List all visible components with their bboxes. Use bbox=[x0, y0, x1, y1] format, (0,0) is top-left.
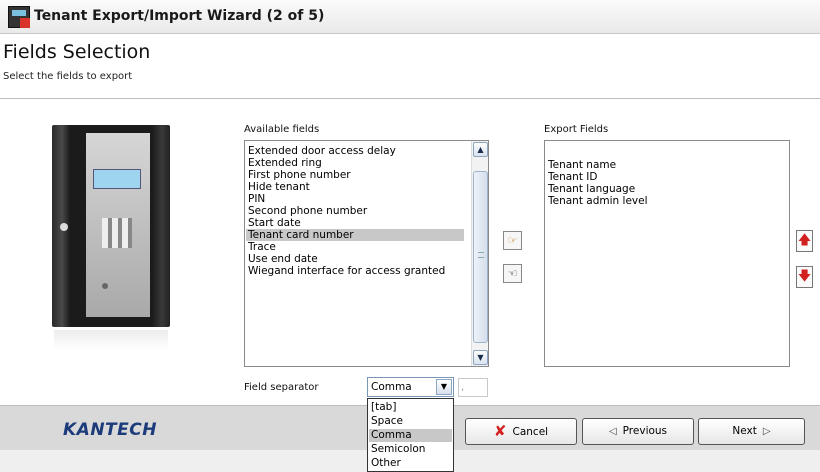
next-button[interactable]: Next ▷ bbox=[698, 418, 805, 445]
field-separator-select[interactable]: Comma ▼ bbox=[367, 377, 454, 397]
scroll-thumb[interactable] bbox=[473, 171, 488, 343]
close-icon: ✘ bbox=[493, 422, 507, 440]
list-item-selected[interactable]: Tenant card number bbox=[246, 229, 464, 241]
available-fields-label: Available fields bbox=[244, 124, 320, 135]
list-item[interactable]: Tenant admin level bbox=[548, 195, 648, 207]
cancel-button[interactable]: ✘ Cancel bbox=[465, 418, 577, 445]
list-item[interactable]: PIN bbox=[248, 193, 265, 205]
device-reflection bbox=[54, 330, 168, 350]
previous-button[interactable]: ◁ Previous bbox=[582, 418, 694, 445]
wizard-header: Fields Selection Select the fields to ex… bbox=[0, 35, 820, 93]
list-item[interactable]: First phone number bbox=[248, 169, 351, 181]
field-separator-label: Field separator bbox=[244, 382, 319, 393]
chevron-down-icon[interactable]: ▼ bbox=[436, 379, 452, 395]
list-item[interactable]: Hide tenant bbox=[248, 181, 310, 193]
list-item[interactable]: Wiegand interface for access granted bbox=[248, 265, 445, 277]
cancel-label: Cancel bbox=[512, 426, 549, 438]
list-item[interactable]: Tenant name bbox=[548, 159, 616, 171]
available-fields-list[interactable]: Extended door access delay Extended ring… bbox=[244, 140, 489, 367]
wizard-app-icon bbox=[8, 6, 30, 28]
available-list-scrollbar[interactable]: ▲ ▼ bbox=[471, 141, 488, 366]
arrow-left-icon: ◁ bbox=[608, 426, 617, 437]
custom-separator-input[interactable]: , bbox=[458, 378, 488, 397]
previous-label: Previous bbox=[622, 425, 668, 437]
arrow-down-icon[interactable]: 🡇 bbox=[796, 266, 813, 288]
brand-logo: KANTECH bbox=[63, 420, 157, 440]
list-item[interactable]: Start date bbox=[248, 217, 301, 229]
list-item[interactable]: Tenant language bbox=[548, 183, 635, 195]
list-item[interactable]: Tenant ID bbox=[548, 171, 597, 183]
title-bar: Tenant Export/Import Wizard (2 of 5) bbox=[0, 0, 820, 34]
hand-left-icon[interactable]: ☜ bbox=[503, 264, 522, 283]
list-item[interactable]: Use end date bbox=[248, 253, 318, 265]
dropdown-option[interactable]: Semicolon bbox=[369, 443, 452, 456]
list-item[interactable]: Second phone number bbox=[248, 205, 367, 217]
hand-right-icon[interactable]: ☞ bbox=[503, 231, 522, 250]
page-subtitle: Select the fields to export bbox=[3, 71, 133, 82]
export-fields-label: Export Fields bbox=[544, 124, 609, 135]
list-item[interactable]: Trace bbox=[248, 241, 276, 253]
list-item[interactable]: Extended door access delay bbox=[248, 145, 396, 157]
page-title: Fields Selection bbox=[3, 41, 151, 63]
intercom-device-image bbox=[52, 125, 170, 327]
window-title: Tenant Export/Import Wizard (2 of 5) bbox=[34, 8, 325, 24]
arrow-up-icon[interactable]: 🡅 bbox=[796, 230, 813, 252]
dropdown-option[interactable]: Other bbox=[369, 457, 452, 470]
next-label: Next bbox=[732, 425, 757, 437]
dropdown-option[interactable]: Space bbox=[369, 415, 452, 428]
export-fields-list[interactable]: Tenant name Tenant ID Tenant language Te… bbox=[544, 140, 790, 367]
scroll-down-button[interactable]: ▼ bbox=[473, 350, 488, 365]
dropdown-option[interactable]: [tab] bbox=[369, 401, 452, 414]
field-separator-value: Comma bbox=[371, 381, 412, 393]
list-item[interactable]: Extended ring bbox=[248, 157, 322, 169]
scroll-up-button[interactable]: ▲ bbox=[473, 142, 488, 157]
dropdown-option-selected[interactable]: Comma bbox=[369, 429, 452, 442]
header-divider bbox=[0, 98, 820, 99]
separator-dropdown-list[interactable]: [tab] Space Comma Semicolon Other bbox=[367, 398, 454, 472]
arrow-right-icon: ▷ bbox=[762, 426, 771, 437]
